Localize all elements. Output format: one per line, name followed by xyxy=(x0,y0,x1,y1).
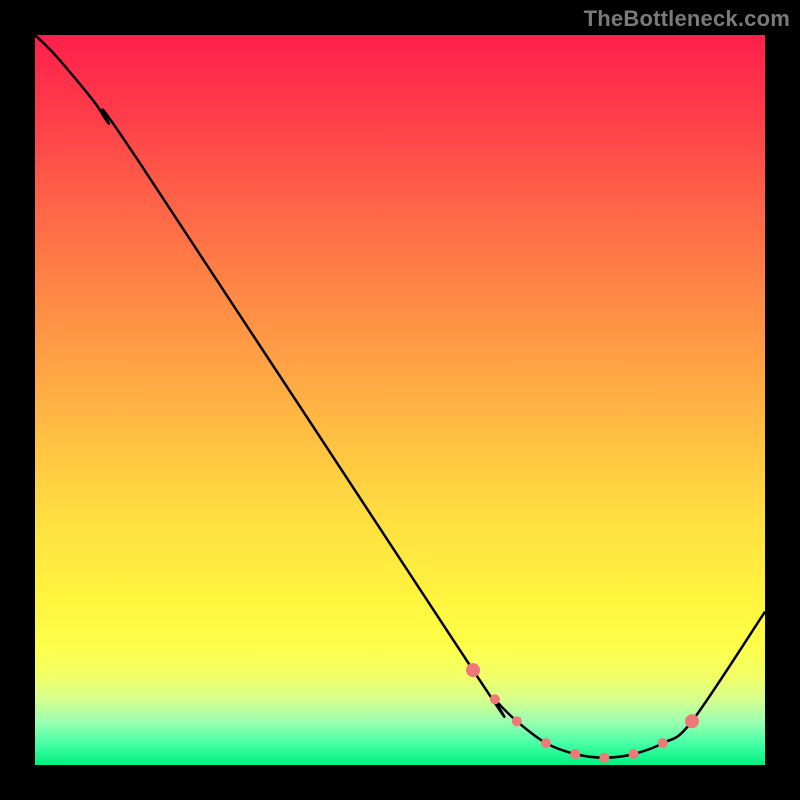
curve-marker xyxy=(466,663,480,677)
curve-marker xyxy=(599,753,609,763)
curve-marker xyxy=(658,738,668,748)
curve-layer xyxy=(35,35,765,765)
watermark-text: TheBottleneck.com xyxy=(584,6,790,32)
curve-marker xyxy=(685,714,699,728)
bottleneck-curve xyxy=(35,35,765,758)
curve-marker xyxy=(490,694,500,704)
curve-marker xyxy=(570,749,580,759)
curve-marker xyxy=(541,738,551,748)
curve-marker xyxy=(512,716,522,726)
plot-area xyxy=(35,35,765,765)
chart-frame: TheBottleneck.com xyxy=(0,0,800,800)
curve-marker xyxy=(629,749,639,759)
